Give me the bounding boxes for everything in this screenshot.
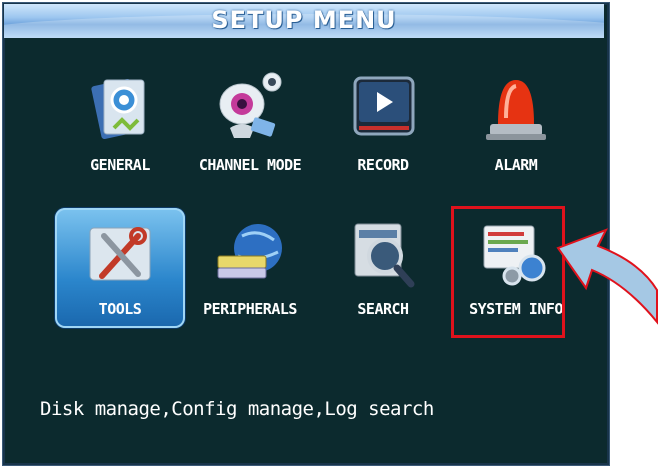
status-text: Disk manage,Config manage,Log search [40,398,434,420]
